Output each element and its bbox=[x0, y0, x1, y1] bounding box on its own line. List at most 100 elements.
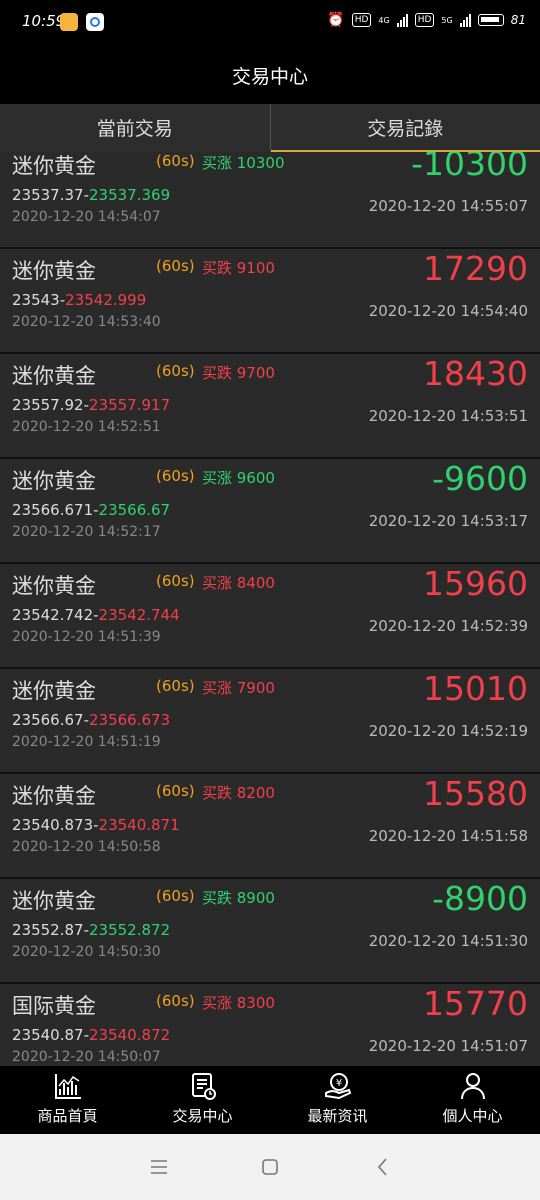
trade-period: (60s) bbox=[156, 992, 195, 1010]
close-price: 23542.999 bbox=[65, 291, 147, 309]
trade-period: (60s) bbox=[156, 152, 195, 170]
open-price: 23540.873- bbox=[12, 816, 99, 834]
trade-direction-amount: 买涨 8400 bbox=[202, 574, 275, 592]
trade-direction-amount: 买涨 7900 bbox=[202, 679, 275, 697]
system-navigation-bar bbox=[0, 1134, 540, 1200]
price-range: 23542.742-23542.744 bbox=[12, 606, 180, 624]
trade-record-row[interactable]: 迷你黄金 (60s) 买跌 9700 23557.92-23557.917 2020-1… bbox=[0, 354, 540, 457]
price-range: 23557.92-23557.917 bbox=[12, 396, 170, 414]
product-name: 迷你黄金 bbox=[12, 679, 96, 703]
product-name: 迷你黄金 bbox=[12, 259, 96, 283]
profit-amount: 18430 bbox=[423, 354, 528, 393]
trade-record-row[interactable]: 迷你黄金 (60s) 买跌 9100 23543-23542.999 2020-12-2… bbox=[0, 249, 540, 352]
open-time: 2020-12-20 14:52:17 bbox=[12, 524, 161, 540]
product-name: 迷你黄金 bbox=[12, 469, 96, 493]
money-hand-icon: ¥ bbox=[324, 1073, 351, 1100]
network-type-2: 5G bbox=[441, 15, 453, 25]
price-range: 23537.37-23537.369 bbox=[12, 186, 170, 204]
trade-record-row[interactable]: 迷你黄金 (60s) 买跌 8900 23552.87-23552.872 2020-1… bbox=[0, 879, 540, 982]
status-bar: 10:59 ⏰ HD 4G HD 5G 81 bbox=[0, 0, 540, 46]
price-range: 23543-23542.999 bbox=[12, 291, 146, 309]
price-range: 23566.67-23566.673 bbox=[12, 711, 170, 729]
alarm-icon: ⏰ bbox=[327, 12, 345, 28]
close-time: 2020-12-20 14:55:07 bbox=[368, 197, 528, 215]
profit-amount: 15010 bbox=[423, 669, 528, 708]
trade-record-row[interactable]: 迷你黄金 (60s) 买涨 7900 23566.67-23566.673 2020-1… bbox=[0, 669, 540, 772]
nav-label-profile: 個人中心 bbox=[442, 1107, 503, 1125]
trade-period: (60s) bbox=[156, 467, 195, 485]
open-price: 23543- bbox=[12, 291, 66, 309]
menu-icon[interactable] bbox=[150, 1154, 168, 1180]
trade-record-row[interactable]: 迷你黄金 (60s) 买跌 8200 23540.873-23540.871 2020-… bbox=[0, 774, 540, 877]
open-price: 23542.742- bbox=[12, 606, 99, 624]
trade-direction-amount: 买跌 9700 bbox=[202, 364, 275, 382]
open-time: 2020-12-20 14:52:51 bbox=[12, 419, 161, 435]
tab-trade-records[interactable]: 交易記錄 bbox=[270, 104, 540, 152]
profit-amount: -8900 bbox=[432, 879, 528, 918]
trade-period: (60s) bbox=[156, 677, 195, 695]
nav-label-home: 商品首頁 bbox=[37, 1107, 98, 1125]
svg-text:¥: ¥ bbox=[335, 1078, 341, 1089]
profit-amount: 15770 bbox=[423, 984, 528, 1023]
trade-period: (60s) bbox=[156, 572, 195, 590]
trade-direction-amount: 买涨 9600 bbox=[202, 469, 275, 487]
close-time: 2020-12-20 14:54:40 bbox=[368, 302, 528, 320]
network-type-1: 4G bbox=[378, 15, 390, 25]
battery-level: 81 bbox=[510, 13, 526, 27]
open-time: 2020-12-20 14:53:40 bbox=[12, 314, 161, 330]
close-time: 2020-12-20 14:52:19 bbox=[368, 722, 528, 740]
trade-record-row[interactable]: 迷你黄金 (60s) 买涨 10300 23537.37-23537.369 2020-… bbox=[0, 152, 540, 247]
nav-item-profile[interactable]: 個人中心 bbox=[405, 1066, 540, 1134]
page-title: 交易中心 bbox=[231, 65, 308, 88]
battery-icon bbox=[477, 14, 504, 26]
signal-icon-1 bbox=[396, 13, 408, 27]
open-time: 2020-12-20 14:51:19 bbox=[12, 734, 161, 750]
trade-record-row[interactable]: 迷你黄金 (60s) 买涨 8400 23542.742-23542.744 2020-… bbox=[0, 564, 540, 667]
open-time: 2020-12-20 14:50:30 bbox=[12, 944, 161, 960]
user-icon bbox=[460, 1073, 485, 1100]
trade-direction-amount: 买跌 9100 bbox=[202, 259, 275, 277]
open-price: 23540.87- bbox=[12, 1026, 89, 1044]
close-price: 23552.872 bbox=[89, 921, 171, 939]
price-range: 23552.87-23552.872 bbox=[12, 921, 170, 939]
trade-record-list[interactable]: 迷你黄金 (60s) 买涨 10300 23537.37-23537.369 2020-… bbox=[0, 152, 540, 1066]
home-icon[interactable] bbox=[261, 1154, 279, 1180]
notification-app-icon bbox=[60, 13, 78, 31]
open-price: 23552.87- bbox=[12, 921, 89, 939]
trade-record-row[interactable]: 国际黄金 (60s) 买涨 8300 23540.87-23540.872 2020-1… bbox=[0, 984, 540, 1066]
document-icon bbox=[191, 1073, 216, 1100]
profit-amount: 17290 bbox=[423, 249, 528, 288]
close-price: 23540.872 bbox=[89, 1026, 171, 1044]
close-price: 23540.871 bbox=[98, 816, 180, 834]
nav-item-home[interactable]: 商品首頁 bbox=[0, 1066, 135, 1134]
trade-direction-amount: 买涨 10300 bbox=[202, 154, 285, 172]
trade-period: (60s) bbox=[156, 782, 195, 800]
open-price: 23537.37- bbox=[12, 186, 89, 204]
price-range: 23540.873-23540.871 bbox=[12, 816, 180, 834]
trade-period: (60s) bbox=[156, 257, 195, 275]
status-time: 10:59 bbox=[22, 12, 66, 30]
open-time: 2020-12-20 14:51:39 bbox=[12, 629, 161, 645]
hd-badge-1: HD bbox=[351, 13, 372, 27]
close-time: 2020-12-20 14:51:58 bbox=[368, 827, 528, 845]
nav-label-trade-center: 交易中心 bbox=[172, 1107, 233, 1125]
close-price: 23566.67 bbox=[98, 501, 171, 519]
nav-label-news: 最新资讯 bbox=[307, 1107, 368, 1125]
product-name: 迷你黄金 bbox=[12, 154, 96, 178]
open-time: 2020-12-20 14:54:07 bbox=[12, 209, 161, 225]
trade-direction-amount: 买跌 8900 bbox=[202, 889, 275, 907]
tab-current-trades[interactable]: 當前交易 bbox=[0, 104, 271, 152]
header-bar: 交易中心 bbox=[0, 46, 540, 104]
price-range: 23540.87-23540.872 bbox=[12, 1026, 170, 1044]
trade-record-row[interactable]: 迷你黄金 (60s) 买涨 9600 23566.671-23566.67 2020-1… bbox=[0, 459, 540, 562]
nav-item-trade-center[interactable]: 交易中心 bbox=[135, 1066, 270, 1134]
close-price: 23542.744 bbox=[98, 606, 180, 624]
chart-icon bbox=[54, 1074, 81, 1099]
back-icon[interactable] bbox=[374, 1154, 392, 1180]
price-range: 23566.671-23566.67 bbox=[12, 501, 170, 519]
product-name: 迷你黄金 bbox=[12, 364, 96, 388]
profit-amount: -9600 bbox=[432, 459, 528, 498]
nav-item-news[interactable]: ¥ 最新资讯 bbox=[270, 1066, 405, 1134]
close-time: 2020-12-20 14:53:17 bbox=[368, 512, 528, 530]
browser-app-icon bbox=[86, 13, 104, 31]
